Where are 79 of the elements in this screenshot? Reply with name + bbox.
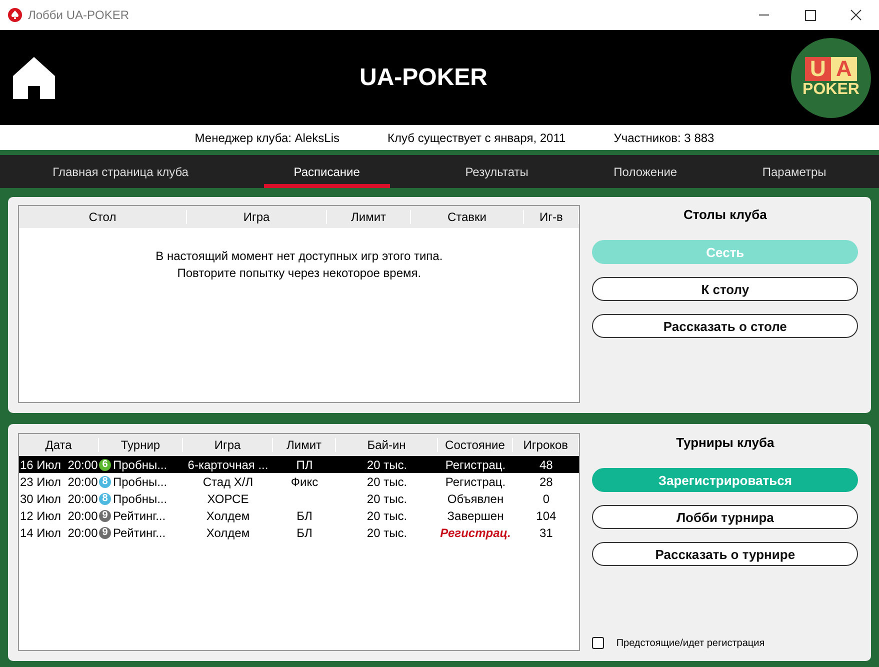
limit-cell-text: БЛ <box>296 508 314 522</box>
window-title: Лобби UA-POKER <box>28 8 130 22</box>
game-count-badge: 9 <box>99 526 111 538</box>
tournament-name: Пробны... <box>113 492 168 506</box>
column-header[interactable]: Иг-в <box>524 210 580 224</box>
game-cell-text: Стад Х/Л <box>202 474 254 488</box>
empty-message: Повторите попытку через некоторое время. <box>176 265 422 282</box>
status-cell-text: Регистрац. <box>444 474 507 488</box>
nav-tab[interactable]: Параметры <box>752 155 836 188</box>
game-cell-text: ХОРСЕ <box>206 492 250 506</box>
buyin-cell-text: 20 тыс. <box>366 458 408 472</box>
game-count-badge: 9 <box>99 510 111 522</box>
tournament-name: Рейтинг... <box>113 526 166 540</box>
game-count-badge: 8 <box>99 492 111 504</box>
tournament-row[interactable]: 30 Июл 20:00 8 Пробны... ХОРСЕ 20 тыс. Объявлен 0 <box>19 490 580 507</box>
game-count-badge: 6 <box>99 458 111 470</box>
column-header[interactable]: Стол <box>19 210 187 224</box>
action-button[interactable]: Рассказать о столе <box>592 314 858 338</box>
tournament-name: Пробны... <box>113 474 168 488</box>
buyin-cell-text: 20 тыс. <box>366 526 408 540</box>
action-button[interactable]: К столу <box>592 277 858 301</box>
nav-tab[interactable]: Результаты <box>455 155 538 188</box>
nav-tab[interactable]: Расписание <box>264 155 390 188</box>
game-count-badge: 8 <box>99 476 111 488</box>
club-logo: U A POKER <box>790 38 871 118</box>
status-cell-text: Регистрац. <box>439 526 512 540</box>
date-cell: 16 Июл 20:00 <box>19 458 99 472</box>
tournament-row[interactable]: 14 Июл 20:00 9 Рейтинг... Холдем БЛ 20 тыс. Регистрац. 31 <box>19 524 580 541</box>
club-info-text: Менеджер клуба: AleksLis <box>194 130 340 144</box>
limit-cell-text: БЛ <box>296 526 314 540</box>
buyin-cell-text: 20 тыс. <box>366 508 408 522</box>
limit-cell-text: Фикс <box>290 474 320 488</box>
section-title: Столы клуба <box>682 207 768 222</box>
buyin-cell-text: 20 тыс. <box>366 492 408 506</box>
spade-icon <box>8 8 22 22</box>
game-cell-text: Холдем <box>205 526 251 540</box>
tournament-name: Рейтинг... <box>113 508 166 522</box>
column-header[interactable]: Игроков <box>513 438 580 452</box>
column-header[interactable]: Дата <box>19 438 99 452</box>
action-button[interactable]: Лобби турнира <box>592 505 858 529</box>
game-cell-text: Холдем <box>205 508 251 522</box>
column-header[interactable]: Лимит <box>327 210 411 224</box>
column-header[interactable]: Игра <box>187 210 327 224</box>
status-cell-text: Завершен <box>446 508 505 522</box>
nav-tab[interactable]: Главная страница клуба <box>42 155 198 188</box>
tournament-row[interactable]: 16 Июл 20:00 6 Пробны... 6-карточная ... ПЛ 20 тыс. Регистрац. 48 <box>19 456 580 473</box>
home-icon[interactable] <box>12 56 56 100</box>
date-cell: 30 Июл 20:00 <box>19 492 99 506</box>
players-cell-text: 104 <box>535 508 558 522</box>
players-cell-text: 0 <box>542 492 550 506</box>
players-cell-text: 48 <box>538 458 554 472</box>
column-header[interactable]: Лимит <box>273 438 336 452</box>
club-info-text: Участников: 3 883 <box>614 130 714 144</box>
status-cell-text: Регистрац. <box>444 458 507 472</box>
filter-checkbox[interactable] <box>592 637 604 649</box>
game-cell-text: 6-карточная ... <box>186 458 270 472</box>
column-header[interactable]: Бай-ин <box>336 438 438 452</box>
column-header[interactable]: Ставки <box>411 210 524 224</box>
filter-label: Предстоящие/идет регистрация <box>616 638 765 648</box>
date-cell: 12 Июл 20:00 <box>19 508 99 522</box>
nav-tab[interactable]: Положение <box>604 155 688 188</box>
column-header[interactable]: Игра <box>183 438 273 452</box>
players-cell-text: 31 <box>538 526 554 540</box>
column-header[interactable]: Турнир <box>99 438 183 452</box>
players-cell-text: 28 <box>538 474 554 488</box>
club-title: UA-POKER <box>359 64 488 92</box>
limit-cell-text: ПЛ <box>295 458 314 472</box>
date-cell: 14 Июл 20:00 <box>19 526 99 540</box>
empty-message: В настоящий момент нет доступных игр этого типа. <box>154 248 444 265</box>
club-info-text: Клуб существует с января, 2011 <box>387 130 566 144</box>
tournament-row[interactable]: 12 Июл 20:00 9 Рейтинг... Холдем БЛ 20 тыс. Завершен 104 <box>19 507 580 524</box>
action-button[interactable]: Рассказать о турнире <box>592 542 858 566</box>
section-title: Турниры клуба <box>675 435 776 450</box>
tournament-name: Пробны... <box>113 458 168 472</box>
column-header[interactable]: Состояние <box>438 438 513 452</box>
buyin-cell-text: 20 тыс. <box>366 474 408 488</box>
date-cell: 23 Июл 20:00 <box>19 474 99 488</box>
tournament-row[interactable]: 23 Июл 20:00 8 Пробны... Стад Х/Л Фикс 20 тыс. Регистрац. 28 <box>19 473 580 490</box>
status-cell-text: Объявлен <box>446 492 505 506</box>
